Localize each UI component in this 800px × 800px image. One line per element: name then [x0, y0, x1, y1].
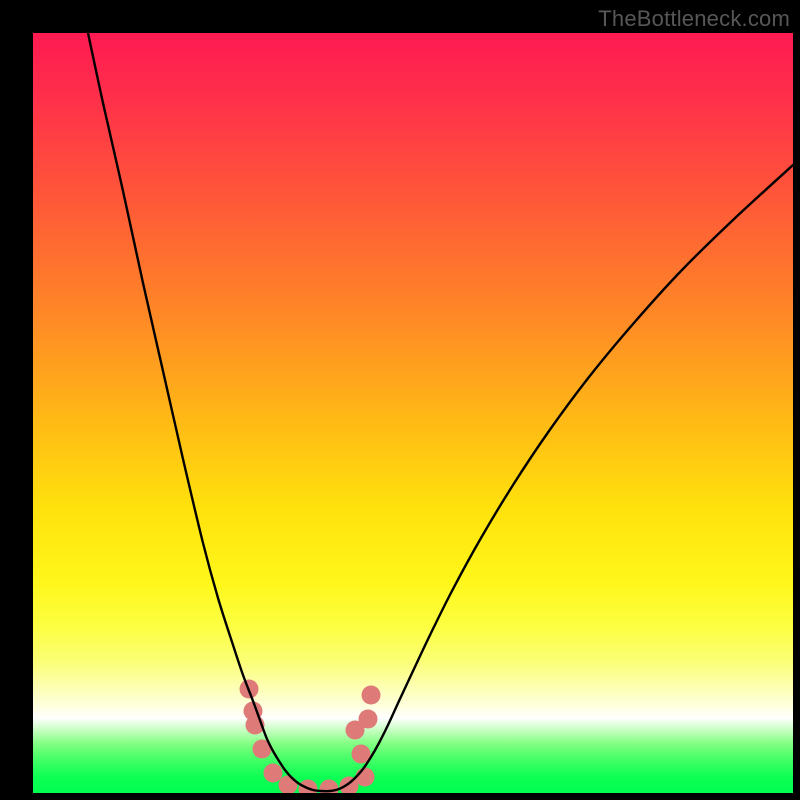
- marker-dot: [359, 710, 378, 729]
- marker-dot: [356, 768, 375, 787]
- marker-dot: [362, 686, 381, 705]
- marker-dot: [264, 764, 283, 783]
- marker-dot: [279, 776, 298, 794]
- watermark-text: TheBottleneck.com: [598, 6, 790, 32]
- marker-layer: [240, 680, 381, 794]
- chart-frame: TheBottleneck.com: [0, 0, 800, 800]
- curve-svg: [33, 33, 793, 793]
- bottleneck-curve-path: [88, 33, 793, 791]
- plot-area: [33, 33, 793, 793]
